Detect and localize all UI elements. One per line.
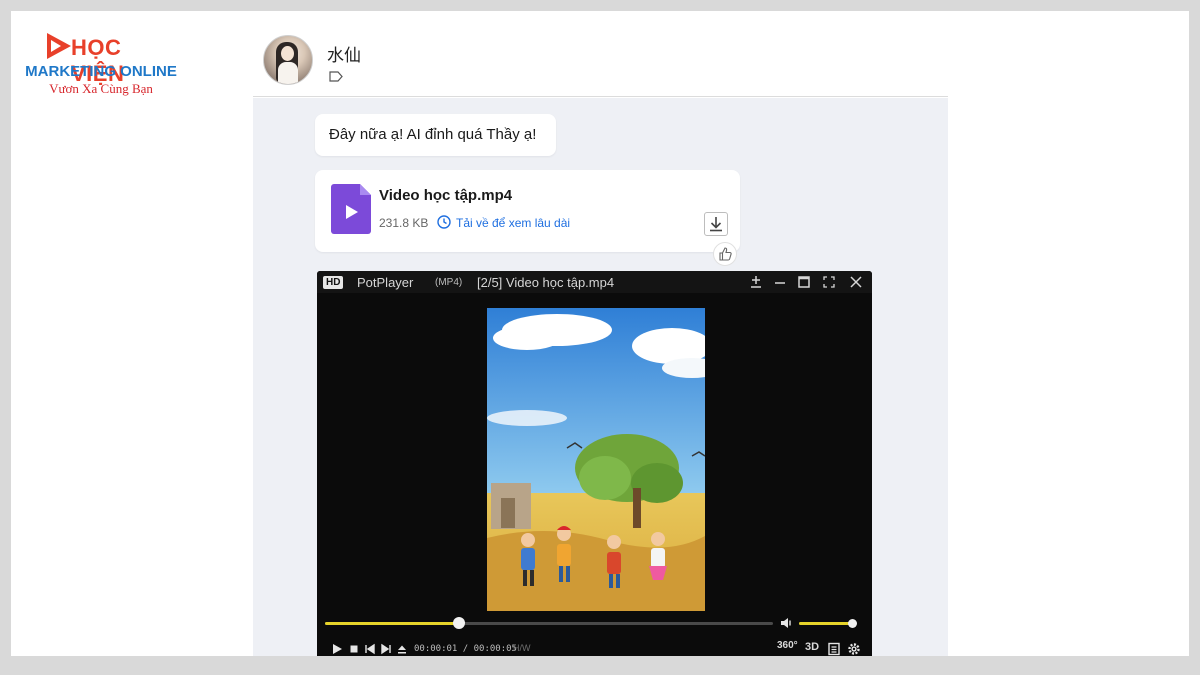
volume-slider[interactable]: [799, 619, 858, 628]
player-format: (MP4): [435, 277, 463, 288]
stop-icon[interactable]: [347, 642, 361, 656]
volume-level: [799, 622, 853, 625]
chat-window: 水仙 Đây nữa ạ! AI đỉnh quá Thầy ạ! Video …: [253, 11, 948, 656]
potplayer-window[interactable]: HD PotPlayer (MP4) [2/5] Video học tập.m…: [317, 271, 872, 656]
3d-button[interactable]: 3D: [805, 641, 819, 653]
video-frame[interactable]: [487, 308, 705, 611]
player-file-title: [2/5] Video học tập.mp4: [477, 275, 615, 290]
brand-logo: HỌC VIỆN MARKETING ONLINE Vươn Xa Cùng B…: [21, 29, 181, 109]
eject-icon[interactable]: [395, 642, 409, 656]
clock-icon: [437, 215, 451, 229]
message-text: Đây nữa ạ! AI đỉnh quá Thầy ạ!: [329, 126, 537, 143]
file-size: 231.8 KB: [379, 216, 429, 230]
maximize-icon[interactable]: [795, 273, 813, 291]
logo-slogan: Vươn Xa Cùng Bạn: [49, 81, 153, 96]
hd-badge: HD: [323, 276, 344, 289]
seek-progress: [325, 622, 460, 625]
player-titlebar[interactable]: HD PotPlayer (MP4) [2/5] Video học tập.m…: [317, 271, 872, 293]
text-message[interactable]: Đây nữa ạ! AI đỉnh quá Thầy ạ!: [315, 114, 556, 156]
next-icon[interactable]: [379, 642, 393, 656]
codec-indicator[interactable]: H/W: [513, 643, 531, 653]
close-icon[interactable]: [847, 273, 865, 291]
logo-subtitle: MARKETING ONLINE: [25, 63, 177, 80]
player-app-name: PotPlayer: [357, 275, 414, 290]
video-file-icon: [331, 184, 371, 234]
avatar[interactable]: [263, 35, 313, 85]
playlist-icon[interactable]: [827, 642, 841, 656]
volume-handle[interactable]: [848, 619, 858, 628]
contact-name[interactable]: 水仙: [327, 41, 361, 66]
time-display: 00:00:01 / 00:00:05: [414, 644, 517, 654]
seek-handle[interactable]: [453, 617, 466, 629]
chat-header: 水仙: [253, 11, 948, 97]
seek-bar[interactable]: [325, 617, 773, 629]
previous-icon[interactable]: [363, 642, 377, 656]
file-name[interactable]: Video học tập.mp4: [379, 187, 512, 204]
pin-icon[interactable]: [747, 273, 765, 291]
settings-gear-icon[interactable]: [847, 642, 861, 656]
minimize-icon[interactable]: [771, 273, 789, 291]
chat-body: Đây nữa ạ! AI đỉnh quá Thầy ạ! Video học…: [253, 98, 948, 656]
fullscreen-icon[interactable]: [820, 273, 838, 291]
play-logo-icon: [47, 33, 71, 59]
volume-icon[interactable]: [779, 615, 795, 631]
play-icon[interactable]: [330, 642, 344, 656]
file-message[interactable]: Video học tập.mp4 231.8 KB Tải về để xem…: [315, 170, 740, 252]
download-link[interactable]: Tải về để xem lâu dài: [456, 216, 570, 230]
like-button[interactable]: [713, 242, 737, 266]
vr360-button[interactable]: 360°: [777, 640, 798, 651]
download-icon: [710, 217, 722, 232]
download-button[interactable]: [704, 212, 728, 236]
thumbs-up-icon: [719, 247, 732, 261]
screenshot-frame: HỌC VIỆN MARKETING ONLINE Vươn Xa Cùng B…: [11, 11, 1189, 656]
tag-icon[interactable]: [329, 71, 343, 82]
